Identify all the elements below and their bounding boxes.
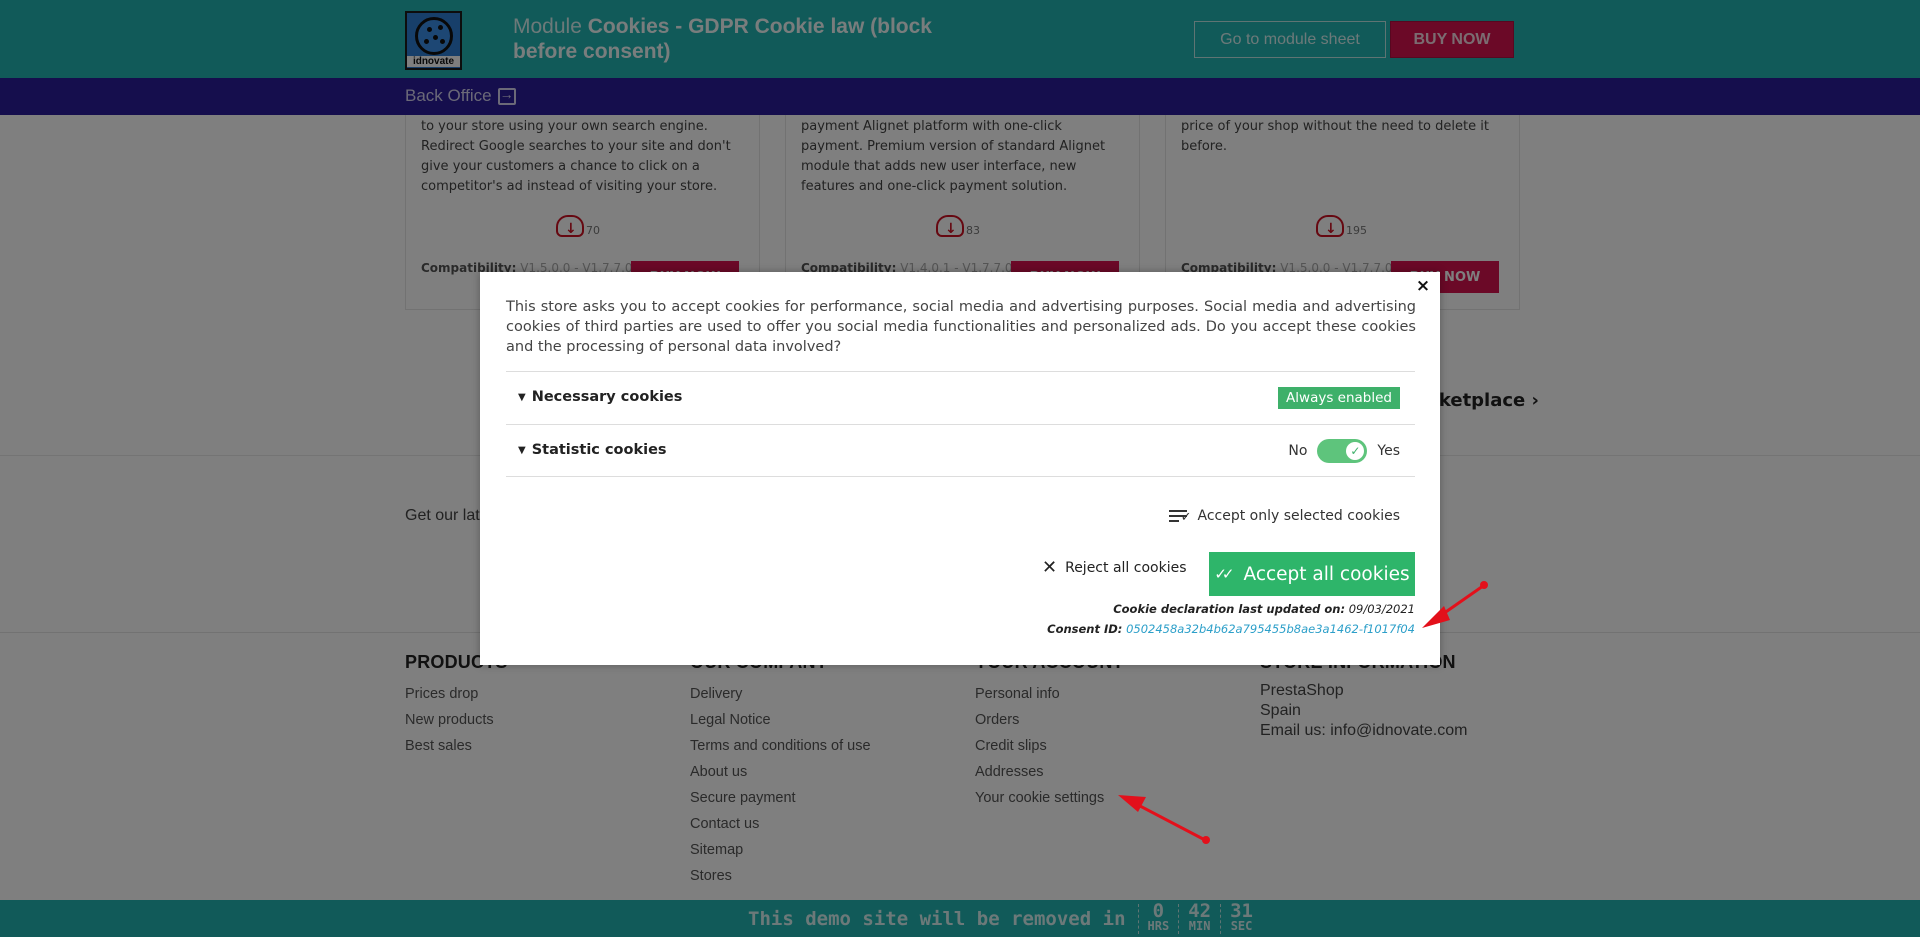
- consent-description: This store asks you to accept cookies fo…: [506, 299, 1416, 355]
- cookie-consent-modal: × This store asks you to accept cookies …: [480, 272, 1440, 665]
- reject-all-cookies-button[interactable]: ✕ Reject all cookies: [1042, 557, 1187, 578]
- consent-label: Consent ID:: [1047, 622, 1123, 636]
- close-icon: ✕: [1042, 557, 1058, 578]
- consent-id-line: Consent ID: 0502458a32b4b62a795455b8ae3a…: [1047, 622, 1415, 636]
- check-icon: ✓: [1346, 442, 1365, 460]
- statistic-cookies-switch[interactable]: ✓: [1317, 439, 1368, 463]
- switch-no-label: No: [1288, 443, 1308, 459]
- accept-all-cookies-button[interactable]: ✓✓ Accept all cookies: [1209, 552, 1415, 596]
- declaration-label: Cookie declaration last updated on:: [1113, 602, 1346, 616]
- double-check-icon: ✓✓: [1214, 565, 1234, 583]
- statistic-cookies-toggle[interactable]: ▼ Statistic cookies: [518, 442, 667, 458]
- chevron-down-icon: ▼: [518, 444, 526, 456]
- always-enabled-badge: Always enabled: [1278, 387, 1400, 409]
- cookie-declaration-date: Cookie declaration last updated on: 09/0…: [1113, 602, 1415, 616]
- declaration-date: 09/03/2021: [1348, 602, 1415, 616]
- accept-all-label: Accept all cookies: [1243, 563, 1410, 585]
- close-icon[interactable]: ×: [1414, 277, 1432, 295]
- statistic-cookies-label: Statistic cookies: [531, 442, 667, 458]
- necessary-cookies-row: ▼ Necessary cookies Always enabled: [506, 371, 1415, 424]
- necessary-cookies-label: Necessary cookies: [531, 389, 683, 405]
- consent-id-link[interactable]: 0502458a32b4b62a795455b8ae3a1462-f1017f0…: [1126, 622, 1415, 636]
- necessary-cookies-toggle[interactable]: ▼ Necessary cookies: [518, 389, 682, 405]
- statistic-switch-group: No ✓ Yes: [1288, 439, 1400, 463]
- accept-selected-label: Accept only selected cookies: [1197, 508, 1400, 524]
- switch-yes-label: Yes: [1377, 443, 1400, 459]
- chevron-down-icon: ▼: [518, 391, 526, 403]
- list-check-icon: ✓: [1169, 508, 1191, 524]
- accept-selected-cookies-button[interactable]: ✓ Accept only selected cookies: [1169, 508, 1400, 524]
- statistic-cookies-row: ▼ Statistic cookies No ✓ Yes: [506, 424, 1415, 477]
- reject-all-label: Reject all cookies: [1065, 560, 1187, 576]
